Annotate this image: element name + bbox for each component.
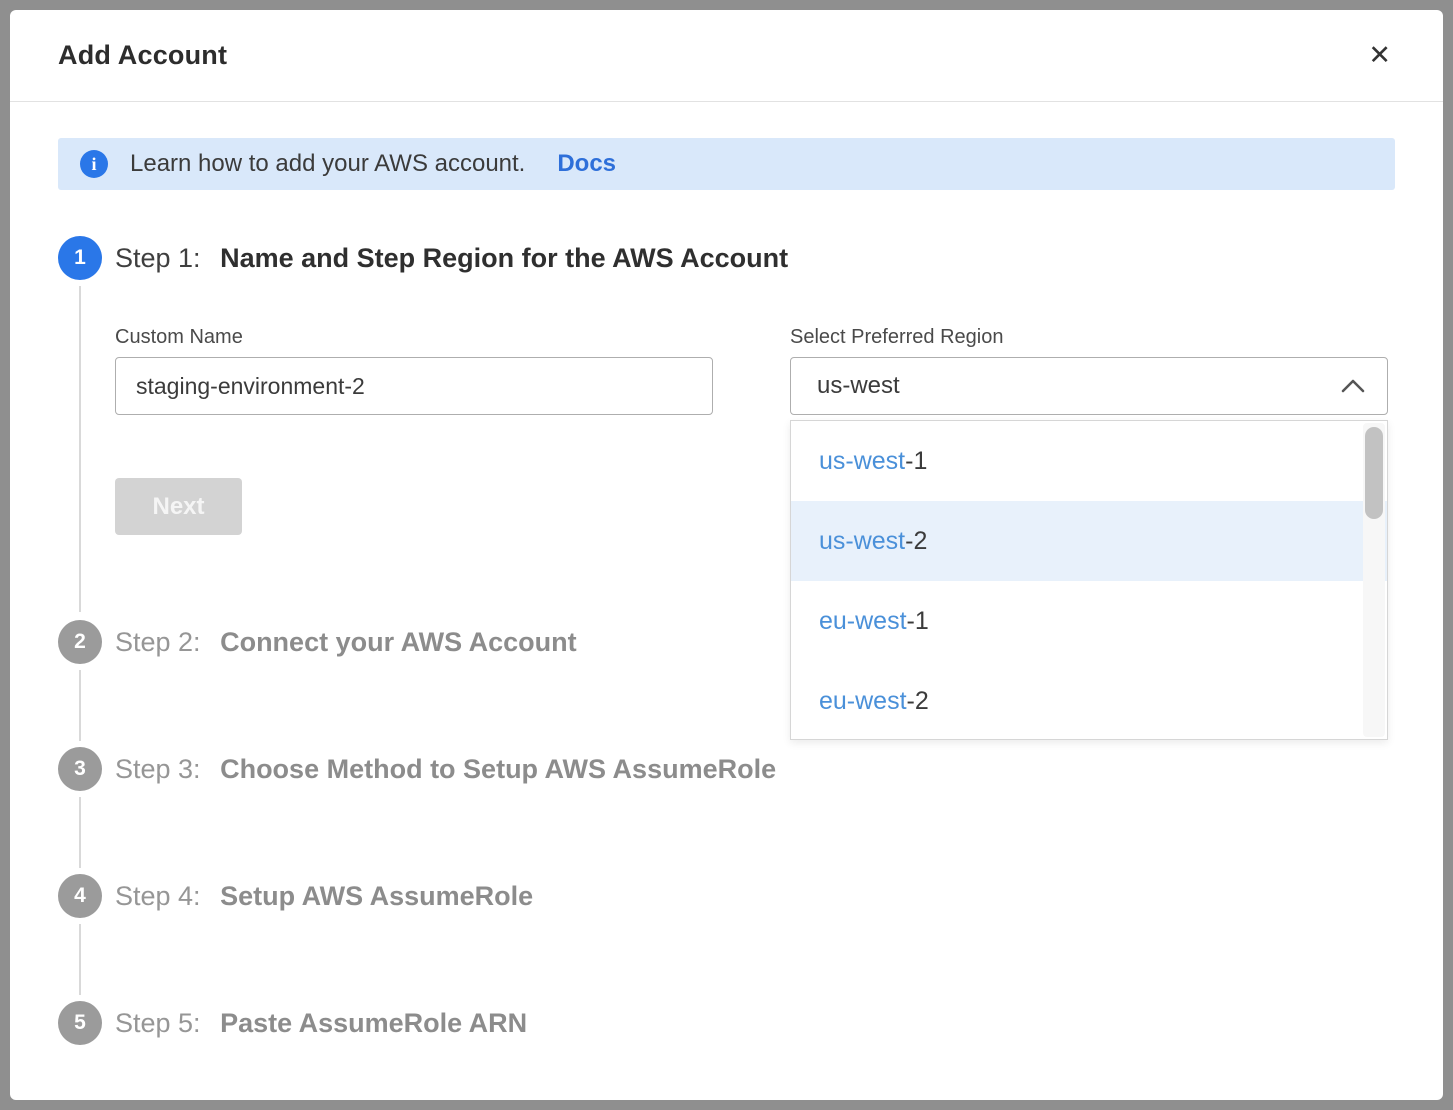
option-rest-text: -1: [905, 447, 927, 476]
step-section-5: 5 Step 5: Paste AssumeRole ARN: [58, 1001, 1395, 1045]
step-1-title: Step 1: Name and Step Region for the AWS…: [115, 243, 788, 274]
step-3-indicator: 3: [58, 747, 102, 791]
region-option-eu-west-2[interactable]: eu-west-2: [791, 661, 1387, 740]
step-4-title: Step 4: Setup AWS AssumeRole: [115, 881, 533, 912]
option-rest-text: -1: [907, 607, 929, 636]
step-3-prefix: Step 3:: [115, 754, 201, 784]
step-1-content: Custom Name Next Select Preferred Region…: [58, 280, 1395, 620]
region-option-us-west-1[interactable]: us-west-1: [791, 421, 1387, 501]
step-5-name: Paste AssumeRole ARN: [220, 1008, 527, 1038]
option-rest-text: -2: [907, 687, 929, 716]
step-2-name: Connect your AWS Account: [220, 627, 577, 657]
step-4-indicator: 4: [58, 874, 102, 918]
region-option-eu-west-1[interactable]: eu-west-1: [791, 581, 1387, 661]
docs-link[interactable]: Docs: [557, 150, 616, 178]
custom-name-label: Custom Name: [115, 326, 713, 349]
step-2-title: Step 2: Connect your AWS Account: [115, 627, 577, 658]
region-label: Select Preferred Region: [790, 326, 1388, 349]
step-1-header: 1 Step 1: Name and Step Region for the A…: [58, 236, 1395, 280]
step-section-1: 1 Step 1: Name and Step Region for the A…: [58, 236, 1395, 620]
region-field: Select Preferred Region us-west us-west-…: [790, 326, 1388, 535]
info-banner: i Learn how to add your AWS account. Doc…: [58, 138, 1395, 190]
close-icon[interactable]: ✕: [1364, 38, 1395, 73]
step-2-prefix: Step 2:: [115, 627, 201, 657]
step-5-title: Step 5: Paste AssumeRole ARN: [115, 1008, 527, 1039]
dropdown-scrollbar[interactable]: [1363, 423, 1385, 737]
step-3-name: Choose Method to Setup AWS AssumeRole: [220, 754, 776, 784]
region-dropdown: us-west-1 us-west-2 eu-west-1 eu-west-2: [790, 420, 1388, 740]
custom-name-column: Custom Name Next: [115, 326, 713, 535]
add-account-modal: Add Account ✕ i Learn how to add your AW…: [10, 10, 1443, 1100]
step-1-form: Custom Name Next Select Preferred Region…: [115, 326, 1395, 535]
step-section-4: 4 Step 4: Setup AWS AssumeRole: [58, 874, 1395, 918]
option-match-text: eu-west: [819, 607, 907, 636]
step-connector: [58, 791, 1395, 874]
step-5-indicator: 5: [58, 1001, 102, 1045]
step-4-prefix: Step 4:: [115, 881, 201, 911]
step-5-header: 5 Step 5: Paste AssumeRole ARN: [58, 1001, 1395, 1045]
info-icon: i: [80, 150, 108, 178]
option-match-text: us-west: [819, 527, 905, 556]
custom-name-field: Custom Name: [115, 326, 713, 415]
region-select[interactable]: us-west: [790, 357, 1388, 415]
chevron-up-icon: [1341, 379, 1365, 393]
modal-header: Add Account ✕: [10, 10, 1443, 102]
next-button[interactable]: Next: [115, 478, 242, 535]
custom-name-input[interactable]: [115, 357, 713, 415]
step-connector: [58, 918, 1395, 1001]
step-1-prefix: Step 1:: [115, 243, 201, 273]
step-1-name: Name and Step Region for the AWS Account: [220, 243, 788, 273]
step-4-header: 4 Step 4: Setup AWS AssumeRole: [58, 874, 1395, 918]
option-match-text: us-west: [819, 447, 905, 476]
banner-text: Learn how to add your AWS account.: [130, 150, 525, 178]
modal-body: i Learn how to add your AWS account. Doc…: [10, 102, 1443, 1045]
step-3-title: Step 3: Choose Method to Setup AWS Assum…: [115, 754, 776, 785]
region-option-us-west-2[interactable]: us-west-2: [791, 501, 1387, 581]
step-1-indicator: 1: [58, 236, 102, 280]
option-match-text: eu-west: [819, 687, 907, 716]
region-select-value: us-west: [817, 372, 900, 400]
step-5-prefix: Step 5:: [115, 1008, 201, 1038]
step-3-header: 3 Step 3: Choose Method to Setup AWS Ass…: [58, 747, 1395, 791]
option-rest-text: -2: [905, 527, 927, 556]
step-4-name: Setup AWS AssumeRole: [220, 881, 533, 911]
step-2-indicator: 2: [58, 620, 102, 664]
modal-title: Add Account: [58, 40, 227, 71]
step-section-3: 3 Step 3: Choose Method to Setup AWS Ass…: [58, 747, 1395, 791]
scrollbar-thumb[interactable]: [1365, 427, 1383, 519]
